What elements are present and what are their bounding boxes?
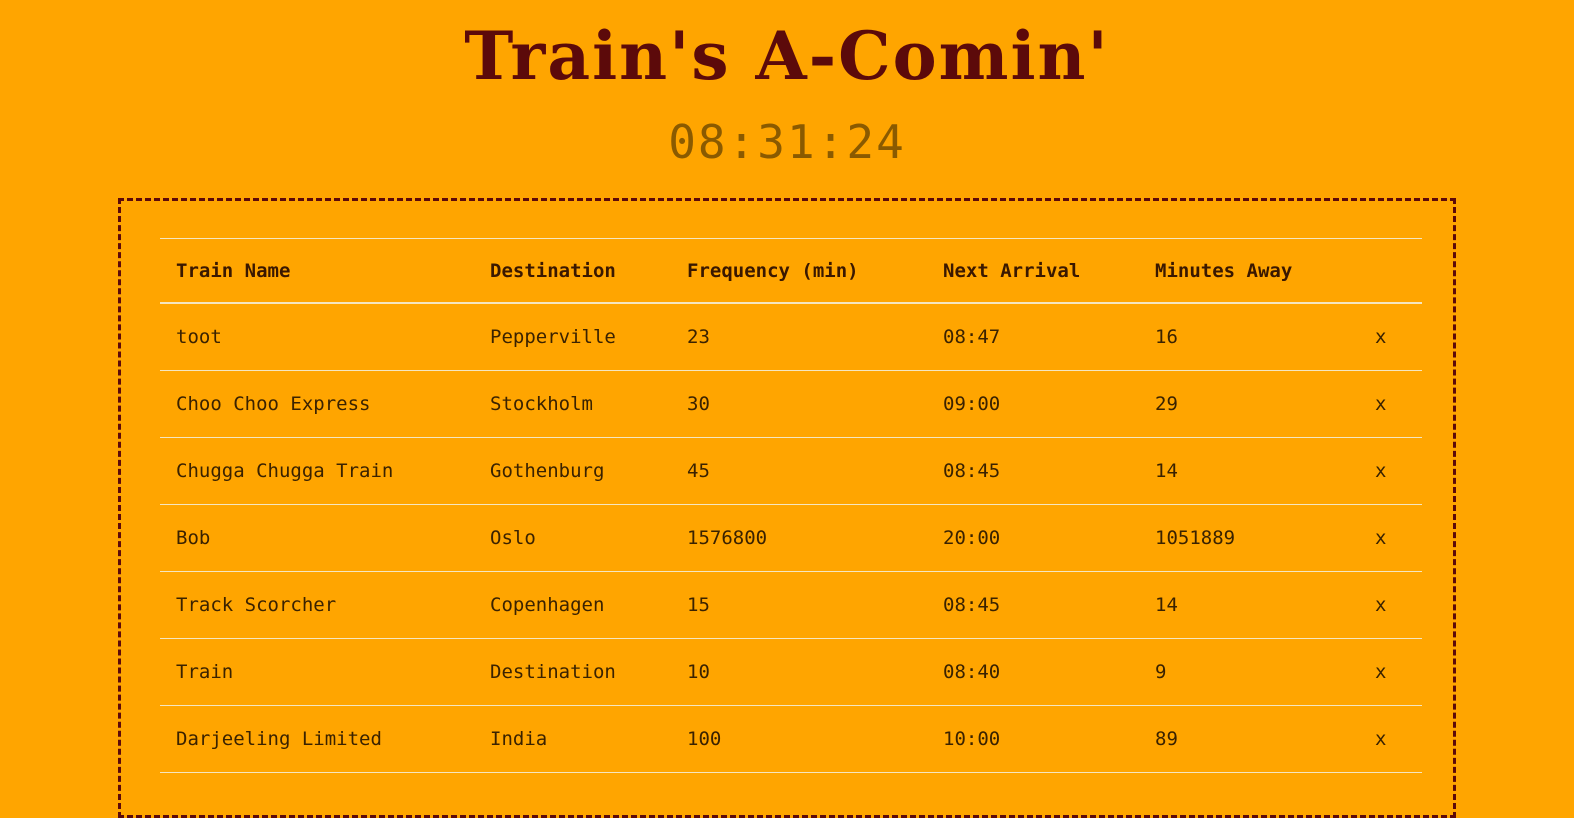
column-header-train-name: Train Name [160,238,474,304]
train-name-cell: Bob [160,504,474,572]
delete-cell: x [1359,303,1422,371]
train-name-cell: Chugga Chugga Train [160,437,474,505]
frequency-cell: 45 [671,437,927,505]
delete-train-button[interactable]: x [1375,661,1386,683]
train-name-cell: toot [160,303,474,371]
train-name-cell: Train [160,638,474,706]
frequency-cell: 1576800 [671,504,927,572]
train-name-cell: Darjeeling Limited [160,705,474,773]
minutes-away-cell: 9 [1139,638,1359,706]
next-arrival-cell: 08:40 [927,638,1139,706]
frequency-cell: 100 [671,705,927,773]
delete-train-button[interactable]: x [1375,527,1386,549]
frequency-cell: 10 [671,638,927,706]
delete-train-button[interactable]: x [1375,460,1386,482]
frequency-cell: 23 [671,303,927,371]
schedule-panel: Train Name Destination Frequency (min) N… [118,198,1456,818]
page-title: Train's A-Comin' [464,17,1110,95]
destination-cell: Destination [474,638,671,706]
table-row: Darjeeling Limited India 100 10:00 89 x [160,705,1422,773]
table-row: Track Scorcher Copenhagen 15 08:45 14 x [160,571,1422,639]
destination-cell: India [474,705,671,773]
frequency-cell: 30 [671,370,927,438]
next-arrival-cell: 10:00 [927,705,1139,773]
next-arrival-cell: 08:47 [927,303,1139,371]
frequency-cell: 15 [671,571,927,639]
minutes-away-cell: 29 [1139,370,1359,438]
current-time-clock: 08:31:24 [668,115,906,169]
table-header-row: Train Name Destination Frequency (min) N… [160,238,1422,304]
destination-cell: Oslo [474,504,671,572]
delete-train-button[interactable]: x [1375,594,1386,616]
destination-cell: Pepperville [474,303,671,371]
minutes-away-cell: 14 [1139,571,1359,639]
delete-cell: x [1359,370,1422,438]
destination-cell: Gothenburg [474,437,671,505]
delete-cell: x [1359,571,1422,639]
next-arrival-cell: 20:00 [927,504,1139,572]
next-arrival-cell: 08:45 [927,437,1139,505]
delete-train-button[interactable]: x [1375,393,1386,415]
destination-cell: Stockholm [474,370,671,438]
minutes-away-cell: 1051889 [1139,504,1359,572]
delete-train-button[interactable]: x [1375,728,1386,750]
table-row: Bob Oslo 1576800 20:00 1051889 x [160,504,1422,572]
next-arrival-cell: 08:45 [927,571,1139,639]
column-header-next-arrival: Next Arrival [927,238,1139,304]
table-row: toot Pepperville 23 08:47 16 x [160,303,1422,371]
table-row: Chugga Chugga Train Gothenburg 45 08:45 … [160,437,1422,505]
delete-cell: x [1359,437,1422,505]
minutes-away-cell: 16 [1139,303,1359,371]
table-row: Train Destination 10 08:40 9 x [160,638,1422,706]
delete-train-button[interactable]: x [1375,326,1386,348]
column-header-frequency: Frequency (min) [671,238,927,304]
delete-cell: x [1359,638,1422,706]
delete-cell: x [1359,504,1422,572]
column-header-minutes-away: Minutes Away [1139,238,1359,304]
delete-cell: x [1359,705,1422,773]
minutes-away-cell: 14 [1139,437,1359,505]
column-header-delete [1359,238,1422,304]
minutes-away-cell: 89 [1139,705,1359,773]
column-header-destination: Destination [474,238,671,304]
train-name-cell: Choo Choo Express [160,370,474,438]
train-name-cell: Track Scorcher [160,571,474,639]
next-arrival-cell: 09:00 [927,370,1139,438]
destination-cell: Copenhagen [474,571,671,639]
train-schedule-table: Train Name Destination Frequency (min) N… [160,238,1422,773]
table-row: Choo Choo Express Stockholm 30 09:00 29 … [160,370,1422,438]
